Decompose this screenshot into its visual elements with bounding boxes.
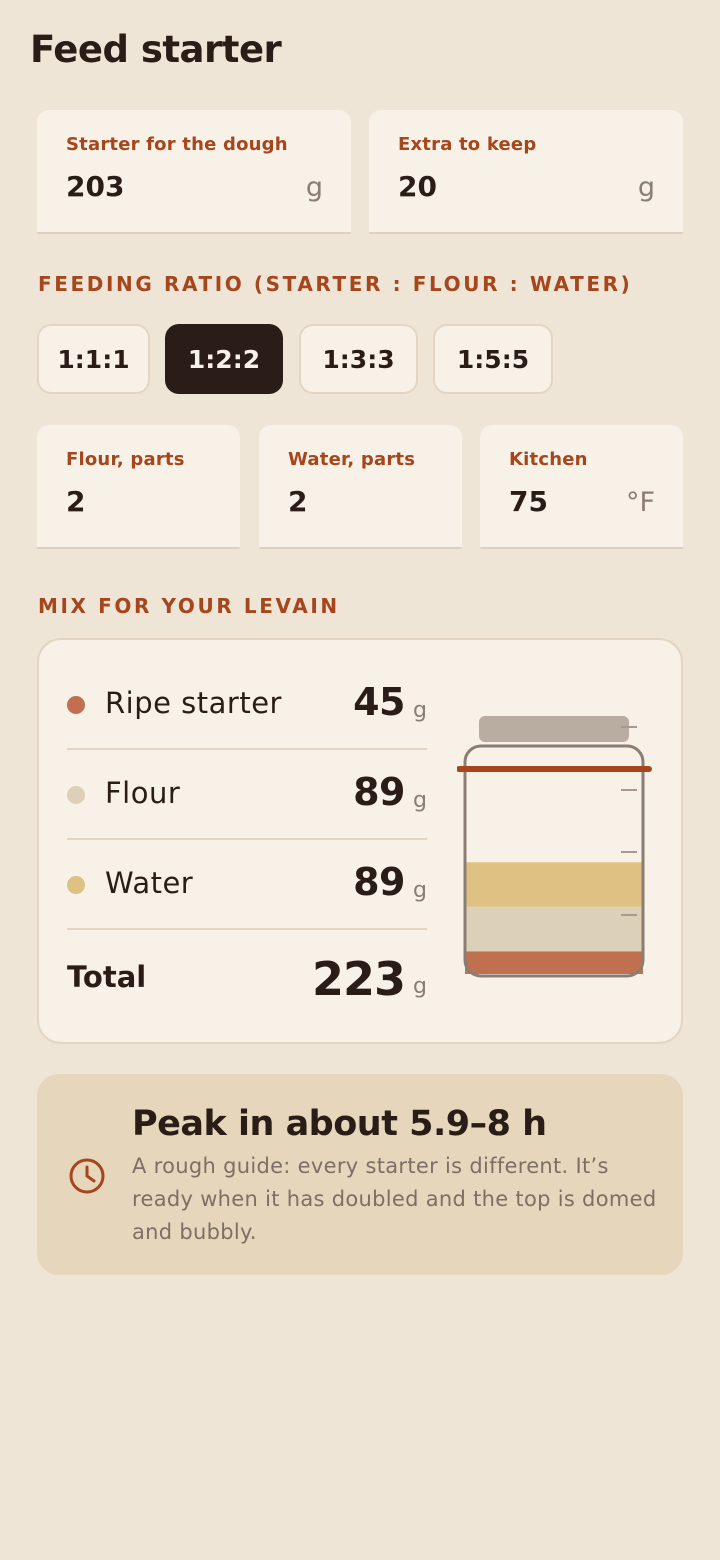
levain-mix-card: Ripe starter 45 g Flour 89 g Water 89 g … (37, 638, 683, 1044)
mix-row-ripe-starter: Ripe starter 45 g (67, 660, 427, 750)
peak-title: Peak in about 5.9–8 h (132, 1104, 547, 1144)
kitchen-temp-field[interactable]: Kitchen 75 °F (480, 425, 683, 549)
mix-total-unit: g (413, 974, 427, 999)
kitchen-temp-unit: °F (625, 487, 655, 518)
jar-water-layer (465, 862, 643, 907)
mix-item-amount: 89 (353, 860, 405, 904)
kitchen-temp-value[interactable]: 75 (509, 485, 548, 518)
jar-lid (479, 716, 629, 742)
water-parts-field[interactable]: Water, parts 2 (259, 425, 462, 549)
flour-parts-value[interactable]: 2 (66, 485, 85, 518)
starter-for-dough-value[interactable]: 203 (66, 170, 124, 203)
jar-starter-layer (465, 951, 643, 974)
water-parts-label: Water, parts (288, 449, 416, 470)
feeding-ratio-heading: FEEDING RATIO (STARTER : FLOUR : WATER) (38, 272, 633, 296)
ratio-chip-1-5-5[interactable]: 1:5:5 (433, 324, 553, 394)
mix-item-amount: 45 (353, 680, 405, 724)
mix-item-name: Ripe starter (105, 686, 282, 720)
mix-item-unit: g (413, 788, 427, 813)
extra-to-keep-field[interactable]: Extra to keep 20 g (369, 110, 683, 234)
flour-parts-field[interactable]: Flour, parts 2 (37, 425, 240, 549)
clock-icon (69, 1158, 105, 1194)
mix-item-unit: g (413, 878, 427, 903)
flour-parts-label: Flour, parts (66, 449, 185, 470)
starter-for-dough-field[interactable]: Starter for the dough 203 g (37, 110, 351, 234)
jar-flour-layer (465, 906, 643, 952)
extra-to-keep-unit: g (637, 172, 655, 203)
mix-row-water: Water 89 g (67, 840, 427, 930)
mix-item-unit: g (413, 698, 427, 723)
ratio-chip-1-3-3[interactable]: 1:3:3 (299, 324, 418, 394)
mix-total-row: Total 223 g (67, 930, 427, 1020)
water-color-dot (67, 876, 85, 894)
flour-color-dot (67, 786, 85, 804)
peak-description: A rough guide: every starter is differen… (132, 1154, 657, 1244)
mix-item-name: Water (105, 866, 194, 900)
starter-for-dough-unit: g (305, 172, 323, 203)
ratio-chip-1-1-1[interactable]: 1:1:1 (37, 324, 150, 394)
peak-time-card: Peak in about 5.9–8 h A rough guide: eve… (37, 1074, 683, 1275)
water-parts-value[interactable]: 2 (288, 485, 307, 518)
mix-total-label: Total (67, 960, 147, 994)
jar-illustration (457, 716, 652, 978)
kitchen-temp-label: Kitchen (509, 449, 588, 470)
mix-item-amount: 89 (353, 770, 405, 814)
mix-item-name: Flour (105, 776, 181, 810)
page-title: Feed starter (30, 28, 282, 71)
jar-fill-layers (465, 862, 643, 974)
starter-for-dough-label: Starter for the dough (66, 134, 288, 155)
mix-total-amount: 223 (311, 952, 406, 1006)
extra-to-keep-label: Extra to keep (398, 134, 537, 155)
ratio-chip-1-2-2[interactable]: 1:2:2 (165, 324, 283, 394)
mix-heading: MIX FOR YOUR LEVAIN (38, 594, 340, 618)
extra-to-keep-value[interactable]: 20 (398, 170, 437, 203)
mix-row-flour: Flour 89 g (67, 750, 427, 840)
starter-color-dot (67, 696, 85, 714)
